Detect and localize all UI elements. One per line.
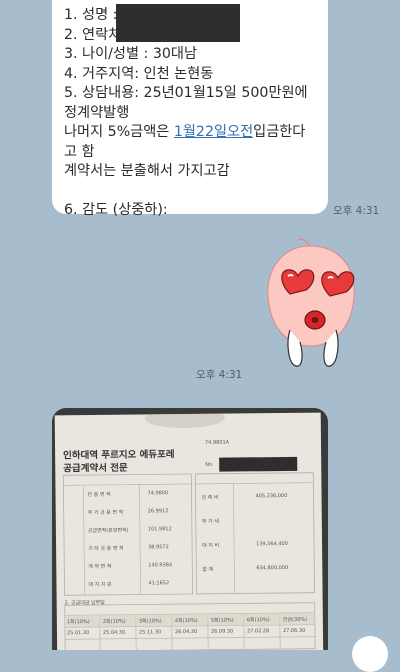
price-value: 139,564,400 (256, 541, 288, 547)
redaction-block (116, 4, 240, 42)
payment-date: 25.04.30 (103, 630, 125, 636)
sticker-time: 오후 4:31 (196, 367, 242, 382)
payment-header: 3회(10%) (139, 617, 162, 624)
document-redaction (219, 457, 297, 472)
payment-header: 2회(10%) (103, 618, 126, 625)
message-line-region: 4. 거주지역: 인천 논현동 (64, 65, 316, 85)
message-line-remaining: 나머지 5%금액은 1월22일오전입금한다고 함 (64, 123, 316, 162)
date-link[interactable]: 1월22일오전 (174, 124, 253, 140)
payment-date: 25.01.30 (67, 630, 89, 636)
peach-heart-eyes-sticker[interactable] (260, 238, 360, 378)
payment-header: 5회(10%) (211, 617, 234, 624)
message-line-sensitivity: 6. 감도 (상중하): (64, 201, 316, 221)
payment-header: 4회(10%) (175, 617, 198, 624)
document-no-label: No. (205, 462, 213, 468)
area-label: 대 지 지 분 (88, 581, 111, 588)
payment-date: 27.02.28 (247, 628, 269, 634)
area-label: 기 타 공 용 면 적 (88, 545, 124, 552)
payment-header: 1회(10%) (67, 618, 90, 625)
document-title-line1: 인하대역 푸르지오 에듀포레 (63, 448, 175, 462)
price-label: 건 축 비 (202, 494, 219, 501)
payment-section-label: 2. 공급대금 납부일 (65, 599, 105, 606)
area-value: 74.9800 (147, 490, 168, 496)
area-label: 계 약 면 적 (88, 563, 111, 570)
contract-photo[interactable]: 인하대역 푸르지오 에듀포레 공급계약서 전문 74.9801A No. 전 용… (52, 408, 328, 650)
area-value: 38.9572 (148, 544, 169, 550)
payment-date: 26.09.30 (211, 629, 233, 635)
area-value: 26.9912 (148, 508, 169, 514)
area-value: 101.9812 (148, 526, 172, 532)
price-value: 405,236,000 (256, 493, 288, 499)
document-title: 인하대역 푸르지오 에듀포레 공급계약서 전문 (63, 448, 175, 475)
document-title-line2: 공급계약서 전문 (63, 461, 175, 475)
message-bubble[interactable]: 1. 성명 : 2. 연락처 3. 나이/성별 : 30대남 4. 거주지역: … (52, 0, 328, 214)
price-label: 부 가 세 (202, 518, 219, 525)
payment-header: 6회(10%) (247, 616, 270, 623)
payment-date: 27.06.30 (283, 628, 305, 634)
message-line-contract: 계약서는 분출해서 가지고감 (64, 162, 316, 182)
payment-date: 26.04.30 (175, 629, 197, 635)
price-value: 634,800,000 (256, 565, 288, 571)
price-label: 합 계 (202, 566, 213, 573)
area-value: 41.1652 (148, 580, 169, 586)
price-label: 대 지 비 (202, 542, 219, 549)
area-value: 140.9384 (148, 562, 172, 568)
message-line-consult: 5. 상담내용: 25년01월15일 500만원에 정계약발행 (64, 84, 316, 123)
payment-date: 25.11.30 (139, 629, 161, 635)
document-code: 74.9801A (205, 440, 229, 446)
message-time: 오후 4:31 (333, 203, 379, 218)
contract-document-image: 인하대역 푸르지오 에듀포레 공급계약서 전문 74.9801A No. 전 용… (55, 413, 324, 650)
area-label: 주 거 공 용 면 적 (88, 509, 124, 516)
scroll-down-button[interactable] (352, 636, 388, 672)
message-line-age-gender: 3. 나이/성별 : 30대남 (64, 45, 316, 65)
message-blank-line (64, 182, 316, 202)
area-label: 전 용 면 적 (87, 491, 110, 498)
area-label: 공급면적(분양면적) (88, 527, 129, 534)
payment-header: 잔금(30%) (283, 616, 307, 623)
remaining-text: 나머지 5%금액은 (64, 124, 174, 140)
